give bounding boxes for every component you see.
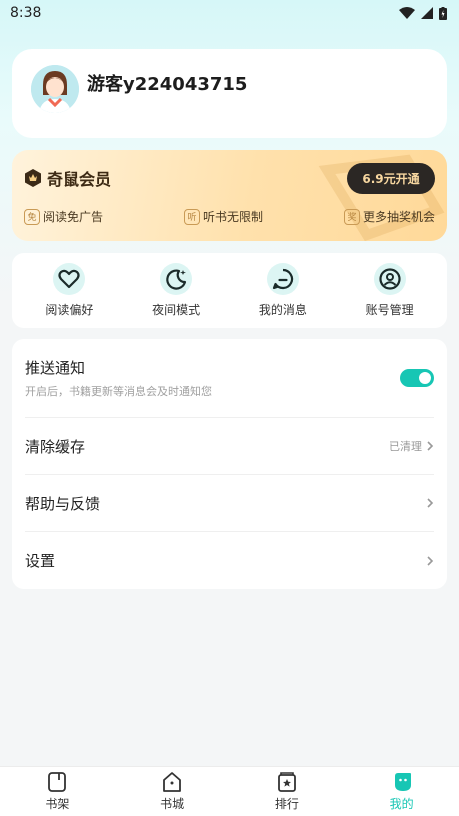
push-notification-subtitle: 开启后，书籍更新等消息会及时通知您 bbox=[25, 385, 212, 398]
chevron-right-icon bbox=[427, 555, 434, 566]
heart-icon bbox=[58, 269, 80, 289]
quick-action-night-mode[interactable]: 夜间模式 bbox=[126, 263, 226, 318]
vip-title: 奇鼠会员 bbox=[47, 170, 112, 189]
push-notification-toggle[interactable] bbox=[400, 369, 434, 387]
username[interactable]: 游客y224043715 bbox=[87, 70, 247, 96]
vip-card[interactable]: 奇鼠会员 6.9元开通 免 阅读免广告 听 听书无限制 奖 更多抽奖机会 bbox=[12, 150, 447, 241]
bookstore-icon bbox=[163, 772, 182, 792]
vip-perks: 免 阅读免广告 听 听书无限制 奖 更多抽奖机会 bbox=[24, 208, 435, 225]
lottery-badge-icon: 奖 bbox=[343, 208, 360, 225]
bottom-tab-bar: 书架 书城 排行 我的 bbox=[0, 766, 459, 816]
vip-perk-lottery: 奖 更多抽奖机会 bbox=[343, 208, 435, 225]
chevron-right-icon bbox=[427, 441, 434, 451]
tab-bookshelf[interactable]: 书架 bbox=[7, 771, 107, 812]
settings-title: 设置 bbox=[25, 552, 56, 570]
help-feedback-row[interactable]: 帮助与反馈 bbox=[25, 475, 434, 532]
ad-free-badge-icon: 免 bbox=[24, 208, 40, 225]
audiobook-badge-icon: 听 bbox=[183, 208, 200, 225]
battery-icon bbox=[439, 6, 447, 20]
tab-bookstore[interactable]: 书城 bbox=[122, 771, 222, 812]
quick-action-reading-preference[interactable]: 阅读偏好 bbox=[19, 263, 119, 318]
ranking-icon bbox=[277, 772, 296, 792]
quick-actions: 阅读偏好 夜间模式 我的消息 账号管理 bbox=[12, 253, 447, 328]
chevron-right-icon bbox=[427, 498, 434, 508]
tab-ranking[interactable]: 排行 bbox=[237, 771, 337, 812]
message-icon bbox=[272, 268, 293, 290]
signal-icon bbox=[421, 7, 433, 19]
vip-subscribe-button[interactable]: 6.9元开通 bbox=[347, 163, 435, 194]
wifi-icon bbox=[399, 7, 415, 19]
clear-cache-title: 清除缓存 bbox=[25, 437, 86, 456]
vip-perk-ad-free: 免 阅读免广告 bbox=[24, 208, 103, 225]
help-feedback-title: 帮助与反馈 bbox=[25, 494, 101, 513]
tab-mine[interactable]: 我的 bbox=[352, 771, 452, 812]
push-notification-row: 推送通知 开启后，书籍更新等消息会及时通知您 bbox=[25, 339, 434, 418]
status-time: 8:38 bbox=[10, 5, 42, 21]
clear-cache-row[interactable]: 清除缓存 已清理 bbox=[25, 418, 434, 475]
quick-action-messages[interactable]: 我的消息 bbox=[233, 263, 333, 318]
avatar[interactable] bbox=[31, 65, 79, 113]
moon-icon bbox=[166, 269, 187, 290]
status-bar: 8:38 bbox=[0, 0, 459, 26]
mine-icon bbox=[394, 773, 411, 791]
quick-action-account[interactable]: 账号管理 bbox=[340, 263, 440, 318]
account-icon bbox=[379, 268, 401, 290]
push-notification-title: 推送通知 bbox=[25, 359, 86, 377]
settings-list: 推送通知 开启后，书籍更新等消息会及时通知您 清除缓存 已清理 帮助与反馈 设置 bbox=[12, 339, 447, 589]
profile-card[interactable]: 游客y224043715 bbox=[12, 49, 447, 138]
cache-status: 已清理 bbox=[389, 440, 422, 453]
settings-row[interactable]: 设置 bbox=[25, 532, 434, 589]
avatar-image bbox=[31, 65, 79, 113]
bookshelf-icon bbox=[48, 772, 67, 792]
vip-crown-icon bbox=[25, 169, 41, 187]
vip-perk-audiobook: 听 听书无限制 bbox=[183, 208, 263, 225]
